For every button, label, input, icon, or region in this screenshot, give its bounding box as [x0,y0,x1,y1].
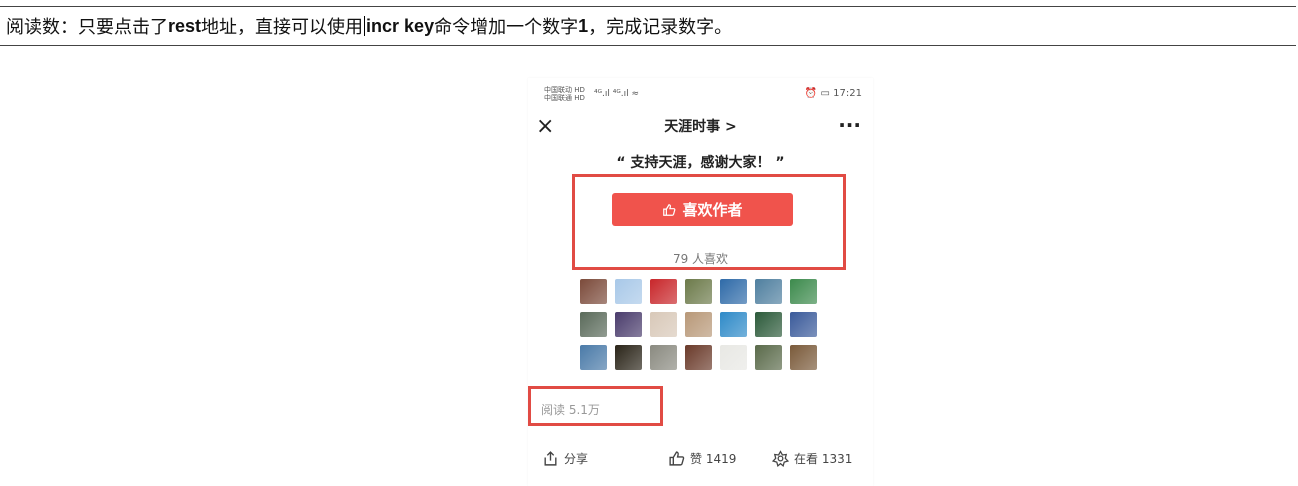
like-count: 79 人喜欢 [672,252,729,266]
doc-cmd: incr key [366,15,435,36]
avatar[interactable] [580,312,607,337]
avatar[interactable] [685,312,712,337]
doc-text-after: 命令增加一个数字 [434,17,579,38]
doc-text-mid: 地址，直接可以使用 [201,17,364,38]
carrier-labels: 中国联动 HD 中国联通 HD [544,86,585,102]
read-count: 阅读 5.1万 [541,403,600,417]
avatar-row [580,345,828,370]
bottom-action-bar: 分享 赞 1419 在看 1331 [528,444,873,472]
avatar[interactable] [580,345,607,370]
watching-label: 在看 1331 [794,452,853,466]
avatar[interactable] [720,312,747,337]
avatar[interactable] [720,345,747,370]
doc-text-end: ，完成记录数字。 [588,17,733,38]
avatar[interactable] [755,279,782,304]
carrier-2: 中国联通 HD [544,94,585,102]
more-icon[interactable]: ··· [838,114,861,136]
phone-screenshot: 中国联动 HD 中国联通 HD ⁴ᴳ.ıl ⁴ᴳ.ıl ≈ ⏰ ▭ 17:21 … [528,78,873,486]
nav-bar: × 天涯时事 > ··· [528,114,873,140]
avatar[interactable] [650,345,677,370]
zan-button[interactable]: 赞 1419 [668,450,736,467]
doc-text-before: 阅读数：只要点击了 [6,17,168,38]
like-author-label: 喜欢作者 [682,201,743,219]
avatar[interactable] [615,279,642,304]
text-cursor [364,16,366,36]
avatar-row [580,279,828,304]
avatar[interactable] [615,345,642,370]
avatar[interactable] [755,312,782,337]
avatar[interactable] [650,312,677,337]
avatar[interactable] [790,312,817,337]
liker-avatars [580,279,828,378]
avatar[interactable] [650,279,677,304]
carrier-1: 中国联动 HD [544,86,585,94]
zan-label: 赞 1419 [690,452,737,466]
avatar[interactable] [615,312,642,337]
avatar[interactable] [790,345,817,370]
status-bar: 中国联动 HD 中国联通 HD ⁴ᴳ.ıl ⁴ᴳ.ıl ≈ ⏰ ▭ 17:21 [544,86,862,104]
doc-num: 1 [578,15,589,36]
avatar-row [580,312,828,337]
flower-icon [772,450,789,467]
reward-quote: “ 支持天涯，感谢大家！ ” [616,155,785,171]
share-label: 分享 [564,452,589,466]
thumbs-up-icon [663,203,676,216]
signal-icons: ⁴ᴳ.ıl ⁴ᴳ.ıl ≈ [594,89,639,99]
document-text-line: 阅读数：只要点击了 rest 地址，直接可以使用 incr key 命令增加一个数字 1… [0,6,1296,46]
watching-button[interactable]: 在看 1331 [772,450,852,467]
avatar[interactable] [580,279,607,304]
account-title-link[interactable]: 天涯时事 > [528,114,873,140]
share-button[interactable]: 分享 [542,450,588,467]
like-author-button[interactable]: 喜欢作者 [612,193,793,226]
thumbs-up-outline-icon [669,451,685,466]
avatar[interactable] [720,279,747,304]
avatar[interactable] [755,345,782,370]
status-time: ⏰ ▭ 17:21 [804,88,862,99]
avatar[interactable] [685,345,712,370]
share-icon [544,451,557,466]
doc-rest: rest [168,15,202,36]
avatar[interactable] [790,279,817,304]
avatar[interactable] [685,279,712,304]
